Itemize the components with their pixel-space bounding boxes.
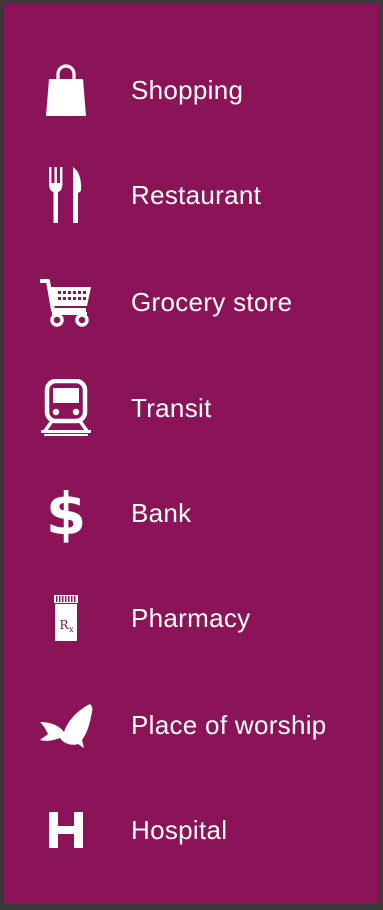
legend-panel: Shopping Restaurant Grocery store Transi… xyxy=(0,0,383,910)
dollar-sign-icon: $ xyxy=(32,478,100,548)
svg-text:$: $ xyxy=(46,482,86,544)
pill-bottle-icon: R x xyxy=(32,583,100,653)
dove-icon xyxy=(32,690,100,760)
legend-item-shopping: Shopping xyxy=(4,50,379,130)
legend-label-hospital: Hospital xyxy=(131,814,228,845)
legend-item-restaurant: Restaurant xyxy=(4,155,379,235)
svg-text:x: x xyxy=(69,625,74,634)
legend-label-grocery-store: Grocery store xyxy=(131,286,293,317)
svg-text:R: R xyxy=(59,618,69,632)
legend-label-pharmacy: Pharmacy xyxy=(131,602,251,633)
legend-label-place-of-worship: Place of worship xyxy=(131,709,327,740)
legend-item-place-of-worship: Place of worship xyxy=(4,685,379,765)
legend-label-restaurant: Restaurant xyxy=(131,179,262,210)
legend-item-transit: Transit xyxy=(4,368,379,448)
shopping-bag-icon xyxy=(32,55,100,125)
legend-label-bank: Bank xyxy=(131,497,192,528)
legend-label-shopping: Shopping xyxy=(131,74,244,105)
legend-item-bank: $ Bank xyxy=(4,473,379,553)
legend-item-grocery-store: Grocery store xyxy=(4,262,379,342)
legend-item-pharmacy: R x Pharmacy xyxy=(4,578,379,658)
legend-item-hospital: Hospital xyxy=(4,790,379,870)
hospital-h-icon xyxy=(32,795,100,865)
shopping-cart-icon xyxy=(32,267,100,337)
legend-label-transit: Transit xyxy=(131,392,212,423)
train-icon xyxy=(32,373,100,443)
fork-knife-icon xyxy=(32,160,100,230)
